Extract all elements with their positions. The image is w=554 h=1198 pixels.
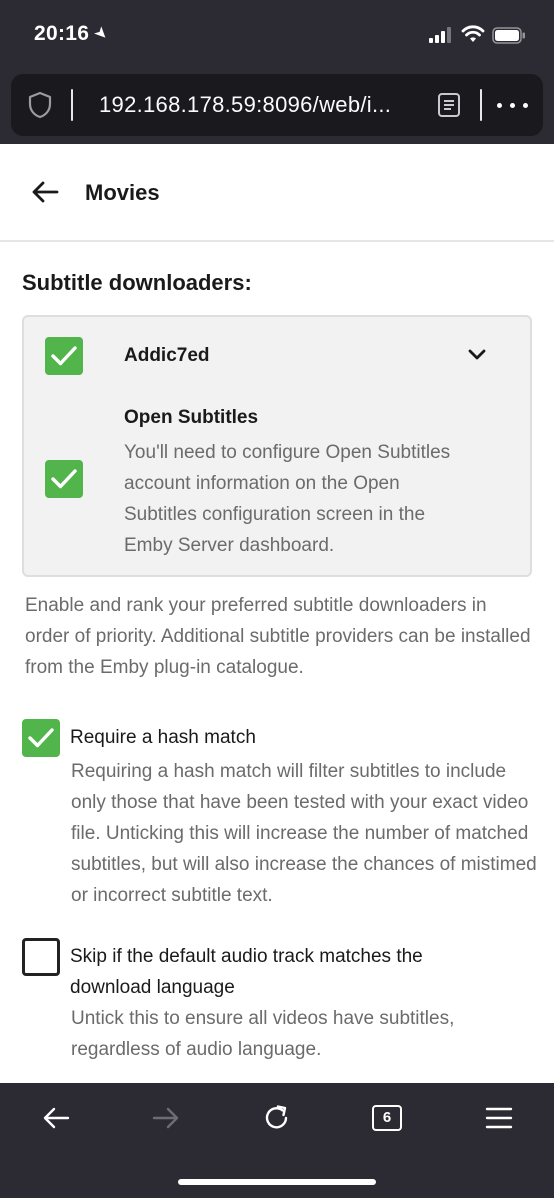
checkmark-icon bbox=[51, 469, 77, 489]
downloader-list: Addic7ed Open Subtitles You'll need to c… bbox=[22, 315, 532, 577]
downloader-checkbox-addic7ed[interactable] bbox=[45, 337, 83, 375]
skip-audio-match-checkbox[interactable] bbox=[22, 938, 60, 976]
browser-bottom-toolbar: 6 bbox=[0, 1083, 554, 1198]
status-time: 20:16➤ bbox=[34, 22, 112, 46]
url-divider bbox=[71, 89, 73, 121]
back-arrow-icon[interactable] bbox=[30, 180, 60, 204]
signal-icon bbox=[429, 27, 453, 43]
url-divider bbox=[480, 89, 482, 121]
forward-icon[interactable] bbox=[151, 1103, 181, 1133]
skip-audio-match-label[interactable]: Skip if the default audio track matches … bbox=[70, 941, 490, 1003]
skip-audio-match-description: Untick this to ensure all videos have su… bbox=[71, 1008, 455, 1060]
require-hash-match-description: Requiring a hash match will filter subti… bbox=[71, 761, 537, 906]
wifi-icon bbox=[461, 25, 485, 42]
reload-icon[interactable] bbox=[262, 1103, 292, 1133]
home-indicator bbox=[178, 1179, 376, 1185]
location-arrow-icon: ➤ bbox=[90, 23, 112, 45]
page-header: Movies bbox=[0, 144, 554, 242]
status-time-text: 20:16 bbox=[34, 22, 90, 45]
menu-icon[interactable] bbox=[484, 1103, 514, 1133]
downloader-name: Open Subtitles bbox=[124, 407, 259, 428]
require-hash-match-checkbox[interactable] bbox=[22, 719, 60, 757]
downloader-description: You'll need to configure Open Subtitles … bbox=[124, 442, 451, 556]
downloaders-help-text: Enable and rank your preferred subtitle … bbox=[25, 595, 531, 678]
url-text[interactable]: 192.168.178.59:8096/web/i... bbox=[99, 92, 391, 118]
require-hash-match-label[interactable]: Require a hash match bbox=[70, 722, 256, 753]
browser-top-chrome: 20:16➤ 192.168.178.59:8096/web/i... bbox=[0, 0, 554, 144]
downloader-checkbox-open-subtitles[interactable] bbox=[45, 460, 83, 498]
back-icon[interactable] bbox=[41, 1103, 71, 1133]
tabs-icon[interactable]: 6 bbox=[372, 1105, 402, 1131]
battery-icon bbox=[492, 27, 525, 44]
page-title: Movies bbox=[85, 180, 160, 205]
chevron-down-icon[interactable] bbox=[468, 348, 486, 362]
checkmark-icon bbox=[28, 728, 54, 748]
shield-icon[interactable] bbox=[27, 91, 53, 119]
downloader-name: Addic7ed bbox=[124, 345, 210, 366]
section-title: Subtitle downloaders: bbox=[22, 270, 252, 295]
more-icon[interactable] bbox=[495, 103, 531, 109]
checkmark-icon bbox=[51, 346, 77, 366]
url-bar[interactable]: 192.168.178.59:8096/web/i... bbox=[11, 74, 543, 136]
reader-mode-icon[interactable] bbox=[437, 93, 461, 117]
